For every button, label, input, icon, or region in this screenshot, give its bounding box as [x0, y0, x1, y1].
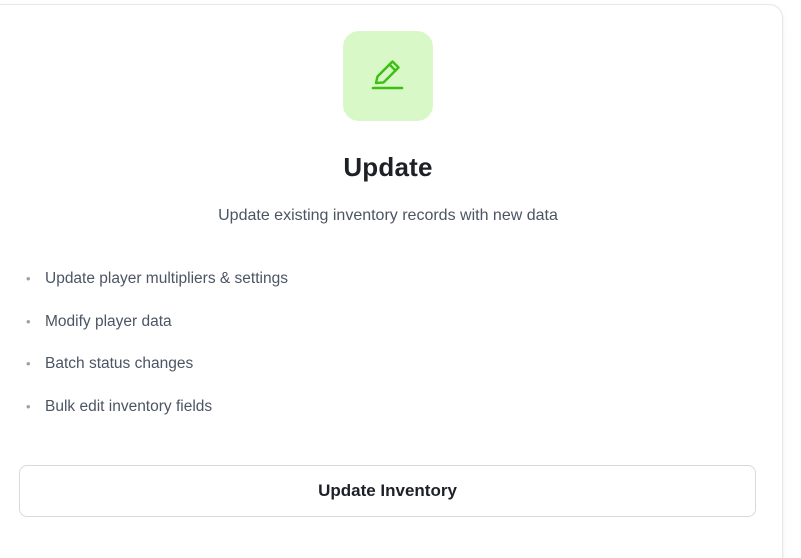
list-item: • Update player multipliers & settings — [26, 266, 288, 309]
feature-text: Bulk edit inventory fields — [45, 398, 213, 416]
list-item: • Bulk edit inventory fields — [26, 394, 288, 437]
card-subtitle: Update existing inventory records with n… — [218, 207, 558, 224]
pencil-edit-icon — [366, 52, 410, 101]
feature-text: Batch status changes — [45, 355, 194, 373]
bullet-icon: • — [26, 271, 31, 286]
bullet-icon: • — [26, 313, 31, 329]
bullet-icon: • — [26, 356, 31, 372]
page: Update Update existing inventory records… — [0, 0, 801, 558]
feature-text: Modify player data — [45, 312, 172, 330]
list-item: • Batch status changes — [26, 351, 288, 394]
icon-tile — [343, 31, 433, 121]
update-inventory-button[interactable]: Update Inventory — [19, 465, 756, 517]
feature-text: Update player multipliers & settings — [45, 270, 288, 287]
feature-list: • Update player multipliers & settings •… — [26, 266, 288, 437]
bullet-icon: • — [26, 399, 31, 415]
list-item: • Modify player data — [26, 309, 288, 352]
card-title: Update — [343, 152, 433, 182]
